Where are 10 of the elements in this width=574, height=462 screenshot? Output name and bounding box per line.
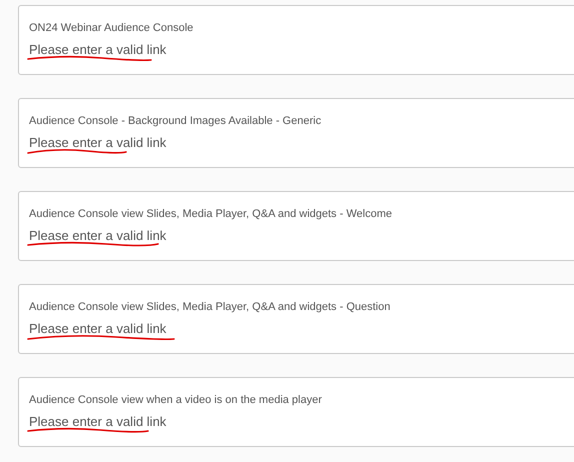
card-title: Audience Console view Slides, Media Player, Q&A and widgets - Question — [29, 300, 390, 314]
error-message: Please enter a valid link — [29, 42, 166, 58]
error-message: Please enter a valid link — [29, 228, 166, 244]
card-title: Audience Console view when a video is on the media player — [29, 393, 322, 407]
card-title: Audience Console view Slides, Media Player, Q&A and widgets - Welcome — [29, 207, 392, 221]
card-title: ON24 Webinar Audience Console — [29, 21, 194, 35]
error-message: Please enter a valid link — [29, 414, 166, 430]
error-message: Please enter a valid link — [29, 135, 166, 151]
card-title: Audience Console - Background Images Available - Generic — [29, 114, 322, 128]
error-message: Please enter a valid link — [29, 321, 166, 337]
